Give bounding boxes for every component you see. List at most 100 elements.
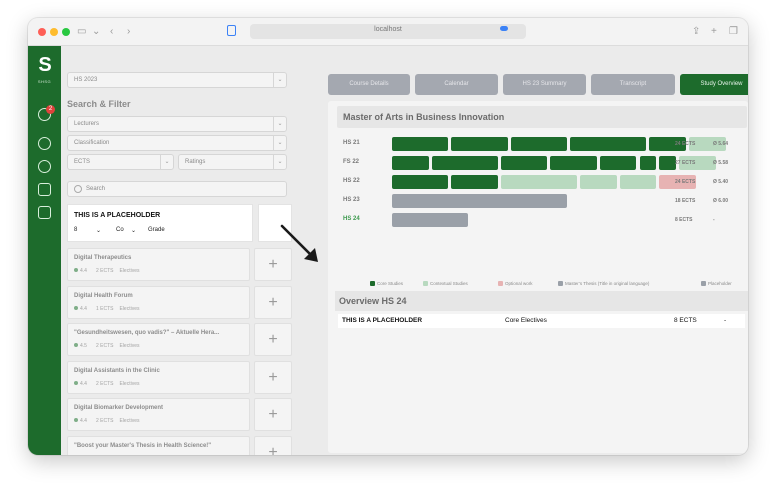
back-icon[interactable]: ‹ (110, 26, 113, 38)
course-block[interactable] (599, 156, 637, 170)
address-bar[interactable]: localhost (250, 24, 526, 39)
main-content: HS 2023 ⌄ Search & Filter Lecturers ⌄ Cl… (61, 46, 748, 455)
course-ects: 2 ECTS (95, 418, 114, 424)
course-card[interactable]: Digital Therapeutics 4.4 2 ECTS Electives (67, 248, 250, 281)
overview-course-name: THIS IS A PLACEHOLDER (342, 317, 423, 324)
tab-overview-icon[interactable]: ❐ (729, 26, 738, 38)
chevron-down-icon[interactable]: ⌄ (92, 26, 100, 38)
plus-icon: + (268, 368, 278, 386)
course-card[interactable]: Digital Health Forum 4.4 1 ECTS Electives (67, 285, 250, 319)
course-meta: 4.4 1 ECTS Electives (74, 305, 139, 312)
course-block[interactable] (392, 194, 568, 208)
add-course-button[interactable]: + (254, 285, 292, 319)
chat-icon[interactable] (38, 137, 51, 150)
legend-item: Optional work (498, 281, 533, 287)
legend-swatch (370, 281, 375, 287)
overview-course-grade: - (724, 317, 727, 324)
lecturers-placeholder: Lecturers (74, 121, 100, 127)
legend-label: Placeholder (708, 281, 732, 286)
legend-item: Placeholder (701, 281, 732, 287)
course-title: Digital Health Forum (74, 292, 133, 299)
overview-row[interactable]: THIS IS A PLACEHOLDER Core Electives 8 E… (338, 314, 745, 328)
course-block[interactable] (451, 175, 498, 189)
course-block[interactable] (510, 137, 568, 151)
ects-select[interactable]: ECTS ⌄ (67, 154, 174, 170)
course-type: Electives (119, 380, 140, 387)
privacy-shield-icon[interactable] (227, 25, 236, 36)
course-block[interactable] (392, 175, 449, 189)
semester-label: HS 23 (343, 197, 360, 203)
forward-icon[interactable]: › (127, 26, 130, 38)
course-block[interactable] (431, 156, 498, 170)
grade-label[interactable]: Grade (148, 227, 165, 233)
semester-ects: 24 ECTS (675, 179, 696, 185)
course-block[interactable] (500, 156, 548, 170)
shield-icon[interactable] (38, 160, 51, 173)
course-rating: 4.4 (80, 380, 87, 387)
close-window-button[interactable] (38, 28, 46, 36)
course-block[interactable] (580, 175, 617, 189)
logout-icon[interactable] (38, 206, 51, 219)
search-input[interactable]: Search (67, 181, 287, 197)
course-card[interactable]: Digital Assistants in the Clinic 4.4 2 ECT… (67, 360, 250, 394)
tab-hs-23-summary[interactable]: HS 23 Summary (503, 74, 586, 95)
add-course-button[interactable]: + (254, 398, 292, 431)
minimize-window-button[interactable] (50, 28, 58, 36)
course-block[interactable] (392, 213, 469, 227)
legend-label: Contextual Studies (430, 281, 468, 286)
overview-header: Overview HS 24 (335, 291, 748, 311)
add-course-button[interactable]: + (254, 435, 292, 455)
course-block[interactable] (570, 137, 647, 151)
course-rating: 4.4 (80, 418, 87, 424)
placeholder-category-select[interactable]: Co (116, 227, 124, 233)
legend-label: Core Studies (377, 281, 404, 286)
zoom-window-button[interactable] (62, 28, 70, 36)
new-tab-icon[interactable]: + (711, 26, 717, 38)
course-block[interactable] (659, 156, 677, 170)
ratings-select[interactable]: Ratings ⌄ (178, 154, 287, 170)
chevron-down-icon: ⌄ (273, 117, 286, 131)
overview-course-ects: 8 ECTS (674, 317, 697, 324)
legend-item: Core Studies (370, 281, 404, 287)
semester-average: Ø 6.00 (713, 198, 729, 204)
course-card[interactable]: "Gesundheitswesen, quo vadis?" – Aktuell… (67, 323, 250, 356)
course-card[interactable]: Digital Biomarker Development 4.4 2 ECTS El… (67, 398, 250, 431)
extension-icon[interactable] (500, 26, 508, 31)
course-rating: 4.4 (80, 305, 87, 312)
add-course-button[interactable]: + (254, 360, 292, 394)
legend-item: Master’s Thesis (Title in original langu… (558, 281, 649, 287)
chevron-down-icon: ⌄ (96, 228, 102, 234)
wallet-icon[interactable] (38, 183, 51, 196)
tab-study-overview[interactable]: Study Overview (680, 74, 748, 95)
semester-average: - (713, 217, 715, 223)
lecturers-select[interactable]: Lecturers ⌄ (67, 116, 287, 132)
placeholder-credits-select[interactable]: 8 (74, 227, 77, 233)
course-block[interactable] (550, 156, 597, 170)
course-card[interactable]: "Boost your Master's Thesis in Health Sc… (67, 435, 250, 455)
add-course-button[interactable]: + (254, 323, 292, 356)
course-block[interactable] (392, 137, 449, 151)
overview-course-type: Core Electives (505, 317, 547, 324)
app-logo[interactable]: S (35, 54, 55, 76)
share-icon[interactable]: ⇪ (692, 26, 700, 38)
plus-icon: + (268, 406, 278, 423)
course-block[interactable] (392, 156, 429, 170)
study-overview-panel: Master of Arts in Business Innovation HS… (328, 101, 748, 453)
chevron-down-icon: ⌄ (273, 136, 286, 150)
placeholder-course-card[interactable]: THIS IS A PLACEHOLDER 8 ⌄ Co ⌄ Grade (67, 204, 253, 242)
tab-transcript[interactable]: Transcript (591, 74, 675, 95)
semester-ects: 27 ECTS (675, 160, 696, 166)
program-header: Master of Arts in Business Innovation (337, 106, 747, 128)
sidebar-toggle-icon[interactable]: ▭ (77, 26, 86, 38)
ratings-placeholder: Ratings (185, 159, 206, 165)
course-block[interactable] (451, 137, 508, 151)
chevron-down-icon: ⌄ (273, 155, 286, 169)
tab-course-details[interactable]: Course Details (328, 74, 410, 95)
tab-calendar[interactable]: Calendar (415, 74, 498, 95)
course-block[interactable] (500, 175, 578, 189)
classification-select[interactable]: Classification ⌄ (67, 135, 287, 151)
semester-select[interactable]: HS 2023 ⌄ (67, 72, 287, 88)
legend-swatch (423, 281, 428, 287)
course-block[interactable] (639, 156, 657, 170)
course-block[interactable] (619, 175, 657, 189)
